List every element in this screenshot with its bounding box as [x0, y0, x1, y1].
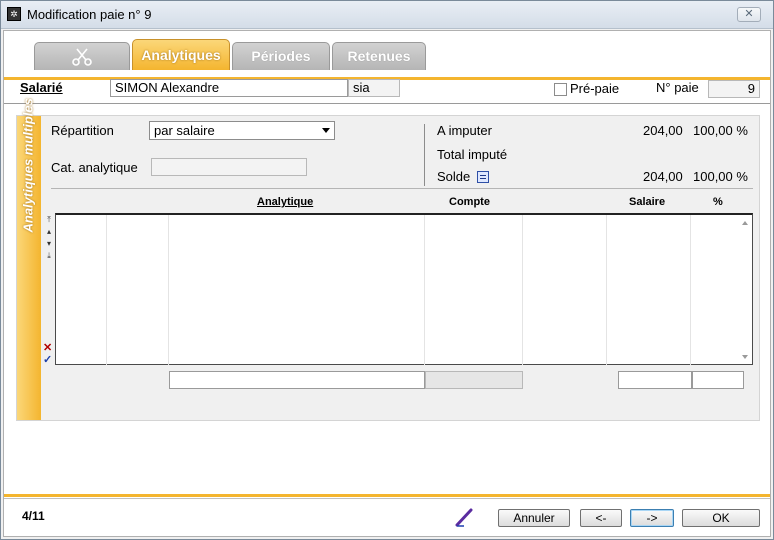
tab-periodes[interactable]: Périodes: [232, 42, 330, 70]
table-scrollbar[interactable]: [739, 215, 752, 365]
col-compte[interactable]: Compte: [449, 196, 490, 208]
window-title: Modification paie n° 9: [27, 7, 152, 22]
prepaie-label[interactable]: Pré-paie: [570, 81, 619, 96]
tab-analytiques[interactable]: Analytiques: [132, 39, 230, 70]
move-top-icon[interactable]: ⤒: [45, 216, 53, 224]
footer-rule: [4, 494, 770, 497]
move-bottom-icon[interactable]: ⤓: [45, 252, 53, 260]
scroll-down-icon[interactable]: [742, 355, 748, 359]
salarie-code-field[interactable]: sia: [348, 79, 400, 97]
numpaie-label: N° paie: [656, 80, 699, 95]
salarie-label[interactable]: Salarié: [20, 80, 63, 95]
section-separator: [424, 124, 425, 186]
record-position: 4/11: [22, 509, 45, 523]
grid-line: [690, 215, 691, 365]
prepaie-checkbox[interactable]: [554, 83, 567, 96]
repartition-label: Répartition: [51, 123, 114, 138]
edit-pct-field[interactable]: [692, 371, 744, 389]
table-separator: [51, 188, 753, 189]
title-bar[interactable]: ✲ Modification paie n° 9 ✕: [1, 1, 773, 29]
grid-line: [424, 215, 425, 365]
ok-button[interactable]: OK: [682, 509, 760, 527]
client-area: Analytiques Périodes Retenues Salarié SI…: [3, 30, 771, 537]
tab-tools[interactable]: [34, 42, 130, 70]
cat-analytique-field[interactable]: [151, 158, 307, 176]
dialog-window: ✲ Modification paie n° 9 ✕ Analytiques P…: [0, 0, 774, 540]
validate-row-icon[interactable]: ✓: [43, 353, 52, 366]
pen-icon[interactable]: [454, 507, 474, 527]
previous-button[interactable]: <-: [580, 509, 622, 527]
header-divider: [4, 103, 770, 104]
numpaie-field: 9: [708, 80, 760, 98]
close-button[interactable]: ✕: [737, 7, 761, 22]
repartition-select[interactable]: par salaire: [149, 121, 335, 140]
scroll-up-icon[interactable]: [742, 221, 748, 225]
a-imputer-pct: 100,00 %: [693, 123, 748, 138]
tab-strip: Analytiques Périodes Retenues: [4, 39, 770, 80]
grid-line: [606, 215, 607, 365]
app-icon: ✲: [7, 7, 21, 21]
repartition-value: par salaire: [154, 123, 215, 138]
col-analytique[interactable]: Analytique: [257, 196, 313, 208]
col-pct[interactable]: %: [713, 196, 723, 208]
solde-label: Solde: [437, 169, 471, 184]
col-salaire[interactable]: Salaire: [629, 196, 665, 208]
vertical-tab-label: Analytiques multiples: [20, 98, 36, 233]
a-imputer-label: A imputer: [437, 123, 492, 138]
move-up-icon[interactable]: ▴: [45, 228, 53, 236]
employee-header: Salarié SIMON Alexandre sia Pré-paie N° …: [4, 76, 770, 106]
edit-compte-field[interactable]: [425, 371, 523, 389]
solde-amount: 204,00: [643, 169, 683, 184]
next-button[interactable]: ->: [630, 509, 674, 527]
solde-pct: 100,00 %: [693, 169, 748, 184]
edit-salaire-field[interactable]: [618, 371, 692, 389]
vertical-tab[interactable]: Analytiques multiples: [17, 98, 41, 420]
cat-analytique-label: Cat. analytique: [51, 160, 138, 175]
total-impute-label: Total imputé: [437, 147, 508, 162]
analytics-panel: Analytiques multiples Répartition par sa…: [16, 98, 760, 421]
move-down-icon[interactable]: ▾: [45, 240, 53, 248]
cancel-button[interactable]: Annuler: [498, 509, 570, 527]
grid-line: [522, 215, 523, 365]
salarie-name-field[interactable]: SIMON Alexandre: [110, 79, 348, 97]
analytics-table[interactable]: [55, 213, 753, 365]
chevron-down-icon: [322, 128, 330, 133]
a-imputer-amount: 204,00: [643, 123, 683, 138]
grid-line: [168, 215, 169, 365]
footer-rule-shadow: [4, 498, 770, 499]
equals-icon[interactable]: [477, 171, 489, 183]
grid-line: [106, 215, 107, 365]
scissors-icon: [72, 48, 92, 66]
tab-retenues[interactable]: Retenues: [332, 42, 426, 70]
edit-analytique-field[interactable]: [169, 371, 425, 389]
